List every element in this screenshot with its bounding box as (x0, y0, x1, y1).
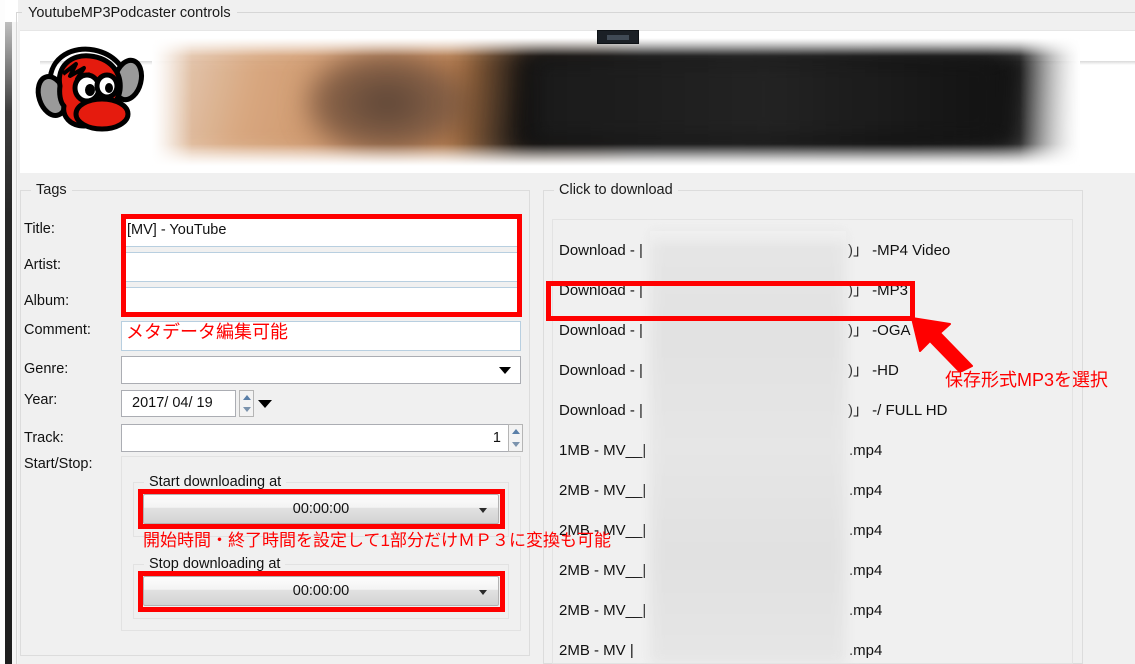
download-row-prefix[interactable]: 1MB - MV__| (559, 431, 646, 471)
download-row-suffix[interactable]: .mp4 (849, 511, 882, 551)
banner-blur-figure (302, 48, 472, 158)
spinner-down-icon (511, 442, 520, 447)
left-scrollbar[interactable] (5, 22, 12, 664)
startstop-label: Start/Stop: (24, 456, 93, 472)
download-row-suffix[interactable]: .mp4 (849, 551, 882, 591)
annotation-box-start-time (138, 489, 505, 529)
year-date-input[interactable]: 2017/ 04/ 19 (121, 390, 236, 417)
banner-fade-bottom (152, 144, 1080, 166)
year-label: Year: (24, 392, 58, 408)
genre-combobox[interactable] (121, 356, 521, 384)
download-row-suffix[interactable]: )」 -HD (848, 351, 899, 391)
year-spinner[interactable] (239, 390, 254, 417)
spinner-up-icon (511, 429, 520, 434)
tags-group-title: Tags (31, 182, 72, 199)
genre-label: Genre: (24, 361, 69, 377)
chevron-down-icon (499, 367, 511, 374)
banner-blur-dark-core (532, 56, 1002, 142)
track-label: Track: (24, 430, 64, 446)
spinner-down-icon (242, 407, 251, 412)
artist-label: Artist: (24, 257, 62, 273)
download-row-suffix[interactable]: )」 -/ FULL HD (848, 391, 947, 431)
download-row-prefix[interactable]: Download - | (559, 351, 643, 391)
download-row-prefix[interactable]: Download - | (559, 231, 643, 271)
top-overlay-widget[interactable] (597, 30, 639, 44)
download-row-suffix[interactable]: .mp4 (849, 591, 882, 631)
annotation-arrow-icon (908, 300, 988, 372)
banner-thumbnail (152, 38, 1080, 166)
download-row-suffix[interactable]: .mp4 (849, 471, 882, 511)
download-row-suffix[interactable]: .mp4 (849, 631, 882, 663)
annotation-comment-note: メタデータ編集可能 (126, 322, 288, 342)
download-row-prefix[interactable]: 2MB - MV__| (559, 551, 646, 591)
redacted-column-fade (650, 231, 846, 249)
comment-label: Comment: (24, 322, 91, 338)
year-dropdown-icon[interactable] (258, 400, 272, 408)
annotation-box-tags (121, 214, 522, 317)
album-label: Album: (24, 293, 70, 309)
download-row-suffix[interactable]: )」 -MP4 Video (848, 231, 950, 271)
download-row-suffix[interactable]: .mp4 (849, 431, 882, 471)
podcaster-mascot-logo (30, 38, 160, 138)
annotation-mp3-note: 保存形式MP3を選択 (945, 370, 1109, 390)
title-label: Title: (24, 221, 55, 237)
download-row-prefix[interactable]: 2MB - MV | (559, 631, 634, 663)
track-input[interactable]: 1 (121, 424, 509, 452)
track-spinner[interactable] (508, 424, 523, 452)
annotation-box-mp3-row (546, 281, 915, 321)
download-row-prefix[interactable]: 2MB - MV__| (559, 591, 646, 631)
download-group-title: Click to download (554, 182, 678, 199)
annotation-box-stop-time (138, 571, 505, 612)
download-row-prefix[interactable]: 2MB - MV__| (559, 471, 646, 511)
spinner-up-icon (242, 395, 251, 400)
download-row-prefix[interactable]: Download - | (559, 391, 643, 431)
controls-group-title: YoutubeMP3Podcaster controls (22, 5, 237, 21)
app-window: YoutubeMP3Podcaster controls Tags Title:… (0, 0, 1135, 664)
annotation-time-note: 開始時間・終了時間を設定して1部分だけＭＰ３に変換も可能 (143, 531, 611, 550)
